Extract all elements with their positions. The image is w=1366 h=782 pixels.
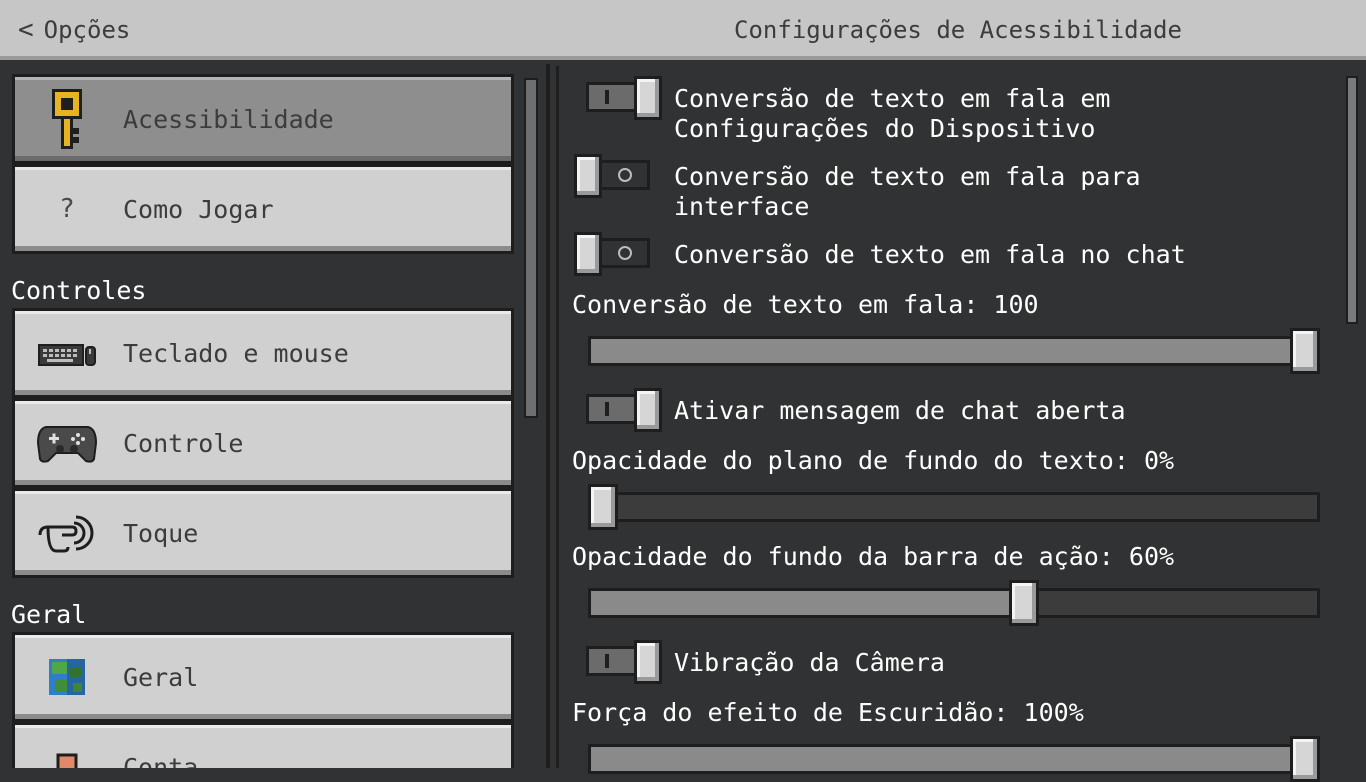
nav-account[interactable]: Conta [12,722,514,768]
back-button[interactable]: < Opções [18,14,130,46]
slider-thumb[interactable] [1009,580,1039,626]
slider-thumb[interactable] [1290,736,1320,782]
question-icon: ? [59,194,75,224]
back-label: Opções [43,16,131,44]
toggle-tts-ui[interactable] [574,154,650,198]
toggle-off-mark [618,168,632,182]
slider-fill [591,339,1308,363]
label-camera-shake: Vibração da Câmera [674,648,945,677]
slider-text-bg-opacity[interactable] [588,484,1320,530]
toggle-on-mark [605,654,609,668]
slider-track [588,336,1320,366]
touch-icon [35,501,99,565]
toggle-tts-chat[interactable] [574,232,650,276]
nav-general[interactable]: Geral [12,632,514,722]
label-actionbar-opacity: Opacidade do fundo da barra de ação: 60% [572,542,1175,571]
slider-track [588,492,1320,522]
nav-touch[interactable]: Toque [12,488,514,578]
slider-track [588,588,1320,618]
slider-darkness-strength[interactable] [588,736,1320,782]
slider-fill [591,747,1308,771]
label-tts-device: Conversão de texto em fala em Configuraç… [674,84,1111,143]
nav-accessibility[interactable]: Acessibilidade [12,74,514,164]
nav-how-to-play[interactable]: ? Como Jogar [12,164,514,254]
settings-scrollbar[interactable] [1346,76,1358,324]
slider-fill [591,591,1027,615]
slider-actionbar-opacity[interactable] [588,580,1320,626]
header-bar: < Opções Configurações de Acessibilidade [0,0,1366,60]
toggle-on-mark [605,402,609,416]
gamepad-icon [35,411,99,475]
toggle-knob [574,232,602,276]
sidebar: Acessibilidade ? Como Jogar Controles Te… [0,64,550,768]
toggle-knob [574,154,602,198]
nav-label: Teclado e mouse [123,338,349,368]
nav-label: Acessibilidade [123,104,334,134]
label-text-bg-opacity: Opacidade do plano de fundo do texto: 0% [572,446,1175,475]
nav-gamepad[interactable]: Controle [12,398,514,488]
slider-track [588,744,1320,774]
nav-keyboard-mouse[interactable]: Teclado e mouse [12,308,514,398]
section-label-general: Geral [11,600,87,629]
nav-label: Toque [123,518,199,548]
nav-label: Conta [123,752,199,769]
sidebar-scrollbar[interactable] [524,78,538,418]
toggle-knob [634,388,662,432]
toggle-knob [634,76,662,120]
toggle-on-mark [605,90,609,104]
nav-label: Controle [123,428,244,458]
key-icon [35,87,99,151]
slider-thumb[interactable] [1290,328,1320,374]
label-darkness-strength: Força do efeito de Escuridão: 100% [572,698,1084,727]
section-label-controls: Controles [11,276,147,305]
toggle-off-mark [618,246,632,260]
account-icon [35,735,99,768]
label-open-chat: Ativar mensagem de chat aberta [674,396,1126,425]
toggle-open-chat[interactable] [586,388,662,432]
label-tts-volume: Conversão de texto em fala: 100 [572,290,1039,319]
slider-thumb[interactable] [588,484,618,530]
label-tts-ui: Conversão de texto em fala para interfac… [674,162,1141,221]
page-title: Configurações de Acessibilidade [734,16,1182,44]
label-tts-chat: Conversão de texto em fala no chat [674,240,1186,269]
nav-label: Geral [123,662,199,692]
slider-tts-volume[interactable] [588,328,1320,374]
globe-icon [35,645,99,709]
toggle-knob [634,640,662,684]
toggle-tts-device[interactable] [586,76,662,120]
toggle-camera-shake[interactable] [586,640,662,684]
chevron-left-icon: < [18,15,34,45]
nav-label: Como Jogar [123,194,274,224]
keyboard-mouse-icon [35,321,99,385]
